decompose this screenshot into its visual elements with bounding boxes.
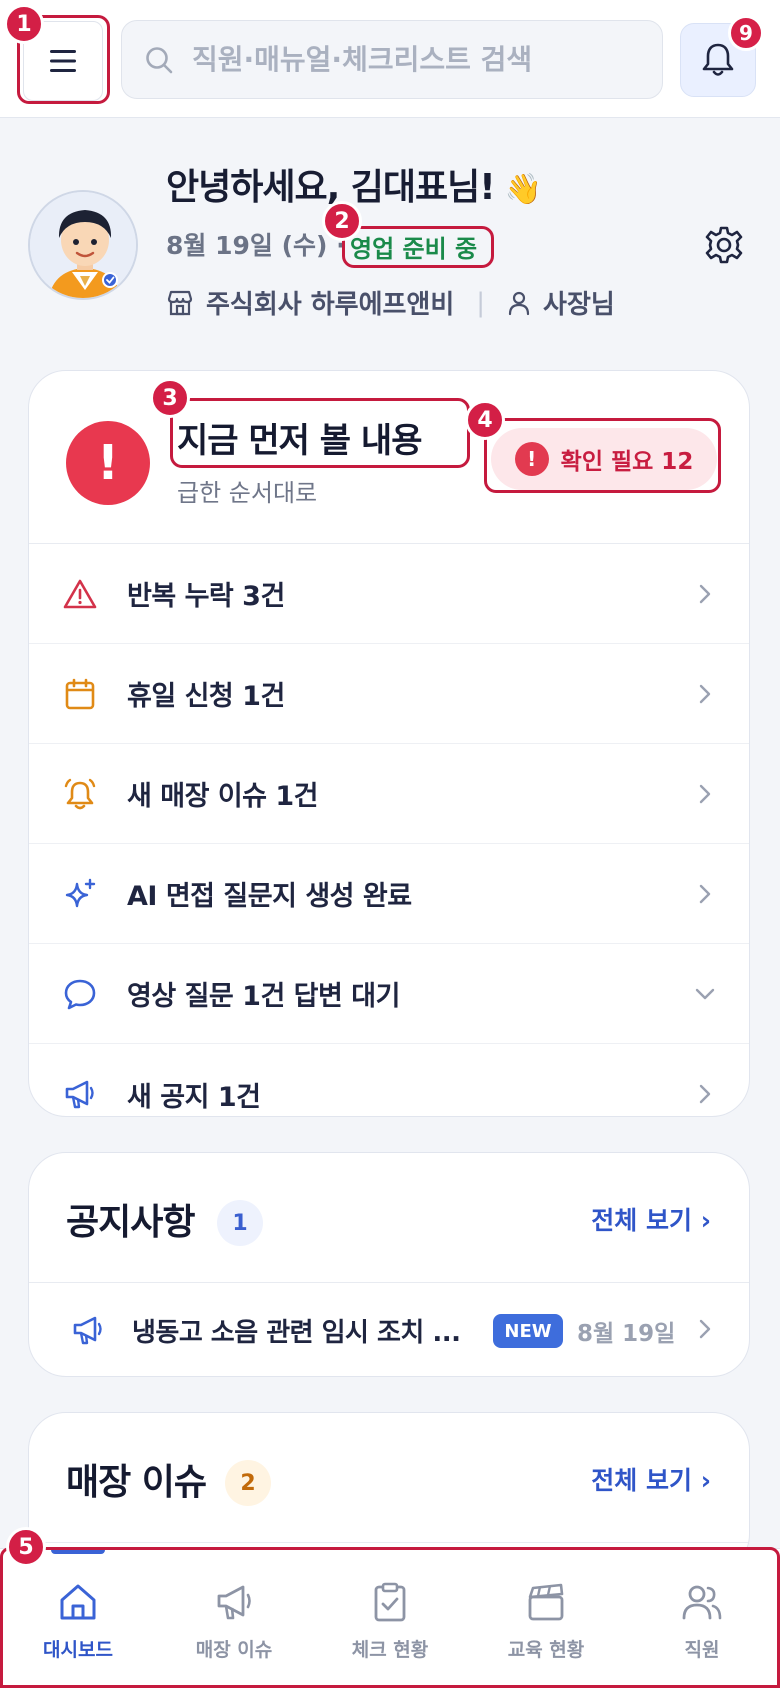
sparkle-icon	[65, 878, 96, 908]
nav-label: 대시보드	[43, 1639, 113, 1661]
notice-card: 공지사항 1 전체 보기 › 냉동고 소음 관련 임시 조치 ... NEW 8…	[28, 1152, 750, 1377]
exclamation-icon: !	[514, 442, 549, 476]
megaphone-icon	[65, 1080, 94, 1109]
nav-store-issue[interactable]: 매장 이슈	[156, 1549, 312, 1688]
company-name: 주식회사 하루에프앤비	[206, 290, 455, 320]
chevron-right-icon	[699, 684, 711, 704]
warning-triangle-icon	[63, 579, 97, 609]
issue-count-badge: 2	[225, 1460, 271, 1506]
chevron-down-icon	[695, 988, 715, 1000]
priority-item-repeat-missing[interactable]: 반복 누락 3건	[29, 544, 749, 644]
nav-label: 교육 현황	[507, 1639, 585, 1661]
notification-button[interactable]: 9	[680, 15, 764, 97]
home-icon	[60, 1584, 96, 1620]
clapperboard-icon	[528, 1583, 564, 1621]
search-bar[interactable]	[121, 20, 663, 99]
annotation-marker-2: 2	[322, 201, 362, 241]
priority-item-store-issue[interactable]: 새 매장 이슈 1건	[29, 744, 749, 844]
issue-view-all-link[interactable]: 전체 보기 ›	[591, 1461, 711, 1497]
nav-label: 체크 현황	[351, 1639, 429, 1661]
annotation-marker-5: 5	[6, 1527, 46, 1567]
priority-item-label: 새 공지 1건	[127, 1081, 261, 1113]
clipboard-check-icon	[374, 1582, 406, 1622]
waving-hand-icon: 👋	[504, 172, 542, 207]
search-icon	[146, 46, 173, 73]
annotation-marker-1: 1	[4, 4, 44, 44]
store-icon	[167, 290, 193, 315]
chevron-right-icon	[699, 1319, 711, 1339]
notice-title: 공지사항	[66, 1202, 195, 1243]
profile-avatar-illustration	[30, 192, 136, 298]
annotation-marker-4: 4	[465, 400, 505, 440]
business-status: 영업 준비 중	[350, 235, 478, 263]
person-icon	[508, 291, 530, 315]
notice-item-title: 냉동고 소음 관련 임시 조치 ...	[132, 1318, 461, 1348]
company-info: 주식회사 하루에프앤비 | 사장님	[166, 284, 615, 321]
priority-item-holiday-request[interactable]: 휴일 신청 1건	[29, 644, 749, 744]
issue-title: 매장 이슈	[66, 1462, 207, 1503]
bell-icon	[702, 43, 734, 76]
hamburger-menu-icon	[50, 50, 76, 72]
notice-view-all-link[interactable]: 전체 보기 ›	[591, 1201, 711, 1237]
greeting-text: 안녕하세요, 김대표님!	[166, 167, 496, 208]
priority-item-label: 반복 누락 3건	[127, 581, 285, 612]
priority-card: ! 지금 먼저 볼 내용 급한 순서대로 ! 확인 필요 12 반복 누락 3건…	[28, 370, 750, 1117]
notice-card-header: 공지사항 1 전체 보기 ›	[29, 1153, 749, 1283]
greeting-date: 8월 19일 (수) ·	[166, 231, 346, 260]
nav-label: 직원	[684, 1639, 720, 1661]
nav-training-status[interactable]: 교육 현황	[468, 1549, 624, 1688]
chat-bubble-icon	[64, 979, 96, 1010]
nav-check-status[interactable]: 체크 현황	[312, 1549, 468, 1688]
chevron-right-icon	[699, 584, 711, 604]
priority-item-label: 영상 질문 1건 답변 대기	[127, 981, 400, 1012]
megaphone-icon	[217, 1585, 251, 1620]
needs-review-badge[interactable]: ! 확인 필요 12	[491, 428, 717, 490]
priority-item-label: 새 매장 이슈 1건	[127, 781, 319, 812]
priority-item-label: AI 면접 질문지 생성 완료	[127, 881, 412, 912]
search-input[interactable]	[192, 43, 632, 76]
priority-title: 지금 먼저 볼 내용	[177, 421, 422, 461]
nav-dashboard[interactable]: 대시보드	[0, 1549, 156, 1688]
greeting-title: 안녕하세요, 김대표님! 👋	[166, 158, 542, 210]
notification-count-badge: 9	[728, 15, 764, 51]
avatar[interactable]	[28, 190, 138, 300]
annotation-marker-3: 3	[150, 378, 190, 418]
megaphone-icon	[73, 1316, 102, 1345]
priority-item-label: 휴일 신청 1건	[127, 681, 285, 712]
chevron-right-icon	[699, 1084, 711, 1104]
settings-button[interactable]	[701, 222, 747, 268]
people-icon	[682, 1585, 722, 1620]
new-badge: NEW	[493, 1314, 563, 1348]
bottom-navigation: 대시보드 매장 이슈 체크 현황 교육 현황 직원	[0, 1548, 780, 1688]
chevron-right-icon	[699, 884, 711, 904]
notice-list-item[interactable]: 냉동고 소음 관련 임시 조치 ... NEW 8월 19일	[29, 1283, 749, 1376]
priority-card-header: ! 지금 먼저 볼 내용 급한 순서대로 ! 확인 필요 12	[29, 371, 749, 544]
priority-item-new-notice[interactable]: 새 공지 1건	[29, 1044, 749, 1116]
issue-card-header: 매장 이슈 2 전체 보기 ›	[29, 1413, 749, 1543]
chevron-right-icon	[699, 784, 711, 804]
alert-icon: !	[66, 421, 150, 505]
calendar-icon	[65, 678, 95, 710]
notice-item-date: 8월 19일	[577, 1321, 676, 1347]
info-separator: |	[476, 287, 486, 318]
alarm-bell-icon	[64, 778, 96, 810]
nav-label: 매장 이슈	[195, 1639, 273, 1661]
nav-staff[interactable]: 직원	[624, 1549, 780, 1688]
notice-count-badge: 1	[217, 1200, 263, 1246]
top-header: 9	[0, 0, 780, 118]
priority-subtitle: 급한 순서대로	[177, 479, 318, 507]
gear-icon	[705, 226, 743, 264]
user-role: 사장님	[543, 290, 615, 320]
priority-item-ai-interview[interactable]: AI 면접 질문지 생성 완료	[29, 844, 749, 944]
priority-item-video-question[interactable]: 영상 질문 1건 답변 대기	[29, 944, 749, 1044]
needs-review-label: 확인 필요 12	[560, 449, 694, 475]
active-indicator	[51, 1549, 105, 1554]
